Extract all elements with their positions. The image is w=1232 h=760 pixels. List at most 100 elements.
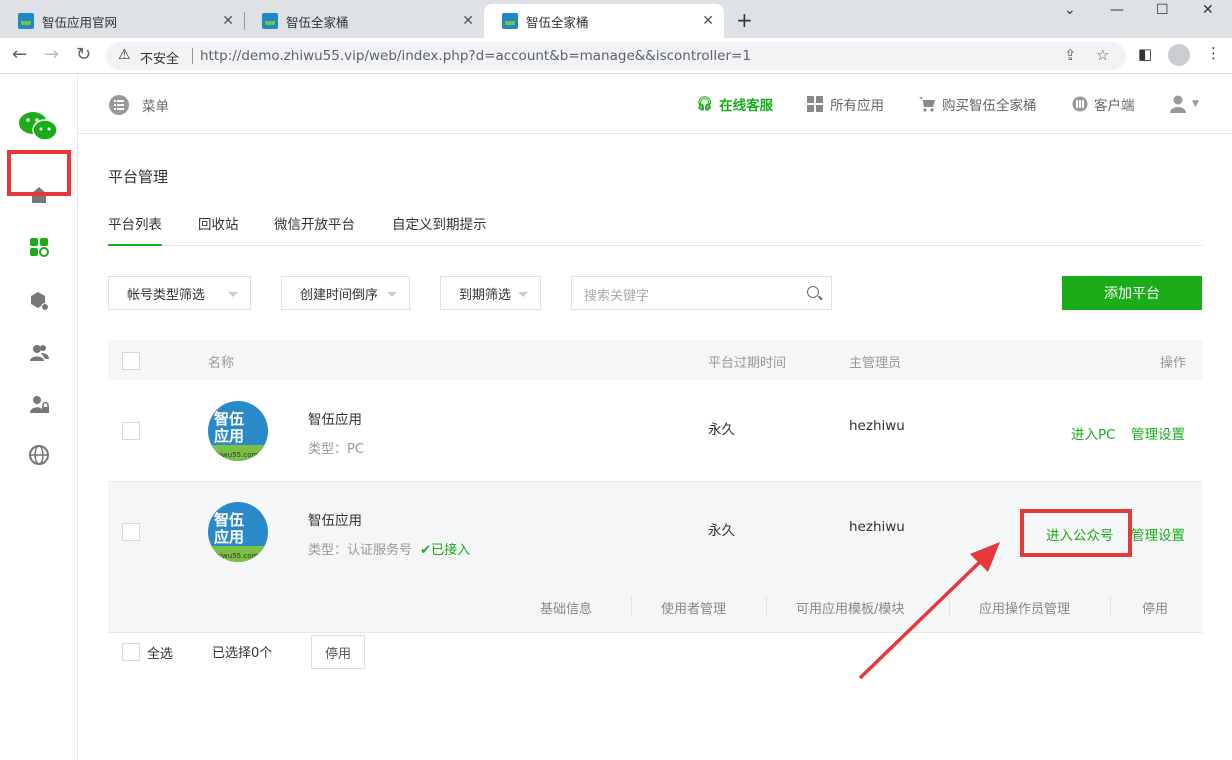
divider bbox=[192, 48, 193, 64]
tab-wechat-open-platform[interactable]: 微信开放平台 bbox=[274, 213, 355, 233]
annotation-highlight-box bbox=[7, 150, 71, 196]
tab-recycle-bin[interactable]: 回收站 bbox=[198, 213, 239, 233]
cart-icon bbox=[919, 97, 935, 112]
online-service-link[interactable]: 🎧︎ 在线客服 bbox=[696, 94, 773, 114]
search-icon[interactable] bbox=[807, 286, 819, 298]
site-favicon bbox=[502, 13, 518, 29]
divider bbox=[631, 597, 632, 617]
grid-icon bbox=[807, 96, 823, 112]
divider bbox=[1110, 597, 1111, 617]
maximize-icon[interactable]: ☐ bbox=[1156, 2, 1169, 18]
select-all-checkbox[interactable] bbox=[122, 643, 140, 661]
disable-button[interactable]: 停用 bbox=[311, 635, 365, 669]
search-input[interactable]: 搜索关键字 bbox=[571, 276, 832, 310]
row-checkbox[interactable] bbox=[122, 523, 140, 541]
expiry-filter[interactable]: 到期筛选 bbox=[440, 276, 541, 310]
chevron-down-icon: ▼ bbox=[1192, 99, 1199, 109]
app-type: 类型：PC bbox=[308, 442, 364, 457]
wechat-logo-icon[interactable] bbox=[18, 110, 58, 142]
connected-status: 已接入 bbox=[431, 543, 471, 558]
url-bar[interactable]: ⚠ 不安全 http://demo.zhiwu55.vip/web/index.… bbox=[106, 42, 1126, 70]
bookmark-star-icon[interactable]: ☆ bbox=[1096, 46, 1109, 64]
expiry-filter-label: 到期筛选 bbox=[459, 287, 512, 303]
created-time-sort[interactable]: 创建时间倒序 bbox=[281, 276, 410, 310]
col-admin: 主管理员 bbox=[849, 356, 902, 371]
site-favicon bbox=[262, 13, 278, 29]
add-platform-button[interactable]: 添加平台 bbox=[1062, 276, 1202, 310]
close-icon[interactable]: ✕ bbox=[702, 13, 714, 29]
menu-toggle[interactable]: 菜单 bbox=[108, 94, 169, 116]
online-service-label: 在线客服 bbox=[719, 98, 774, 114]
client-label: 客户端 bbox=[1094, 98, 1135, 114]
table-row: 智伍 应用 zhiwu55.com 智伍应用 类型：PC 永久 hezhiwu 进… bbox=[108, 381, 1202, 482]
profile-avatar[interactable] bbox=[1168, 44, 1190, 66]
browser-tabbar: 智伍应用官网 ✕ 智伍全家桶 ✕ 智伍全家桶 ✕ + ⌄ — ☐ ✕ bbox=[0, 0, 1232, 38]
chevron-down-icon bbox=[387, 292, 397, 297]
disable-link[interactable]: 停用 bbox=[1142, 598, 1168, 617]
back-icon[interactable]: ← bbox=[12, 44, 27, 65]
basic-info-link[interactable]: 基础信息 bbox=[540, 598, 592, 617]
annotation-arrow bbox=[858, 542, 1000, 680]
logo-text: 智伍 应用 bbox=[214, 410, 245, 445]
all-apps-label: 所有应用 bbox=[830, 98, 884, 114]
all-apps-link[interactable]: 所有应用 bbox=[806, 94, 884, 114]
created-time-sort-label: 创建时间倒序 bbox=[300, 287, 379, 303]
col-expiry: 平台过期时间 bbox=[708, 356, 787, 371]
page-title: 平台管理 bbox=[108, 168, 169, 186]
app-logo: 智伍 应用 zhiwu55.com bbox=[208, 401, 268, 461]
select-all-label[interactable]: 全选 bbox=[147, 643, 173, 662]
close-icon[interactable]: ✕ bbox=[222, 13, 234, 29]
users-icon[interactable] bbox=[28, 342, 50, 364]
package-settings-icon[interactable] bbox=[28, 290, 50, 312]
browser-tab-3-active[interactable]: 智伍全家桶 ✕ bbox=[484, 4, 724, 38]
window-close-icon[interactable]: ✕ bbox=[1202, 2, 1214, 18]
user-menu[interactable]: ▼ bbox=[1168, 94, 1199, 114]
more-menu-icon[interactable]: ⋮ bbox=[1206, 44, 1221, 62]
top-header: 菜单 🎧︎ 在线客服 所有应用 购买智伍全家桶 客户端 ▼ bbox=[78, 74, 1232, 134]
logo-site-text: zhiwu55.com bbox=[212, 451, 259, 459]
user-lock-icon[interactable] bbox=[28, 394, 50, 416]
tab-search-icon[interactable]: ⌄ bbox=[1064, 2, 1076, 18]
enter-pc-link[interactable]: 进入PC bbox=[1071, 423, 1116, 443]
header-checkbox[interactable] bbox=[122, 352, 140, 370]
row-action-bar: 基础信息 使用者管理 可用应用模板/模块 应用操作员管理 停用 bbox=[108, 583, 1202, 633]
row-checkbox[interactable] bbox=[122, 422, 140, 440]
check-circle-icon: ✔ bbox=[420, 543, 432, 558]
app-type: 类型：认证服务号 ✔已接入 bbox=[308, 543, 471, 558]
close-icon[interactable]: ✕ bbox=[462, 13, 474, 29]
url-text[interactable]: http://demo.zhiwu55.vip/web/index.php?d=… bbox=[200, 48, 751, 64]
buy-link[interactable]: 购买智伍全家桶 bbox=[918, 94, 1037, 114]
user-management-link[interactable]: 使用者管理 bbox=[661, 598, 726, 617]
app-name: 智伍应用 bbox=[308, 412, 362, 428]
account-type-filter[interactable]: 帐号类型筛选 bbox=[108, 276, 251, 310]
new-tab-icon[interactable]: + bbox=[736, 8, 753, 32]
minimize-icon[interactable]: — bbox=[1110, 2, 1124, 18]
manage-settings-link[interactable]: 管理设置 bbox=[1131, 524, 1185, 544]
tab-title: 智伍全家桶 bbox=[286, 14, 349, 30]
reload-icon[interactable]: ↻ bbox=[76, 44, 91, 65]
share-icon[interactable]: ⇪ bbox=[1064, 46, 1077, 64]
browser-tab-1[interactable]: 智伍应用官网 ✕ bbox=[0, 4, 244, 38]
apps-grid-icon[interactable] bbox=[28, 236, 50, 258]
insecure-label: 不安全 bbox=[140, 52, 180, 67]
expiry-value: 永久 bbox=[708, 422, 735, 438]
account-type-filter-label: 帐号类型筛选 bbox=[127, 287, 206, 303]
user-icon bbox=[1170, 95, 1186, 113]
table-header: 名称 平台过期时间 主管理员 操作 bbox=[108, 340, 1202, 380]
browser-tab-2[interactable]: 智伍全家桶 ✕ bbox=[244, 4, 484, 38]
manage-settings-link[interactable]: 管理设置 bbox=[1131, 423, 1185, 443]
tab-custom-expiry-notice[interactable]: 自定义到期提示 bbox=[392, 213, 487, 233]
client-link[interactable]: 客户端 bbox=[1072, 94, 1135, 114]
site-favicon bbox=[18, 13, 34, 29]
tab-platform-list[interactable]: 平台列表 bbox=[108, 213, 162, 246]
chevron-down-icon bbox=[518, 292, 528, 297]
menu-list-icon bbox=[109, 95, 129, 115]
forward-icon[interactable]: → bbox=[44, 44, 59, 65]
sidepanel-icon[interactable]: ◧ bbox=[1138, 45, 1152, 63]
globe-icon[interactable] bbox=[28, 444, 50, 466]
app-logo: 智伍 应用 zhiwu55.com bbox=[208, 502, 268, 562]
selected-count: 已选择0个 bbox=[212, 646, 273, 661]
app-name: 智伍应用 bbox=[308, 513, 362, 529]
address-toolbar: ← → ↻ ⚠ 不安全 http://demo.zhiwu55.vip/web/… bbox=[0, 38, 1232, 74]
search-placeholder: 搜索关键字 bbox=[584, 289, 650, 304]
